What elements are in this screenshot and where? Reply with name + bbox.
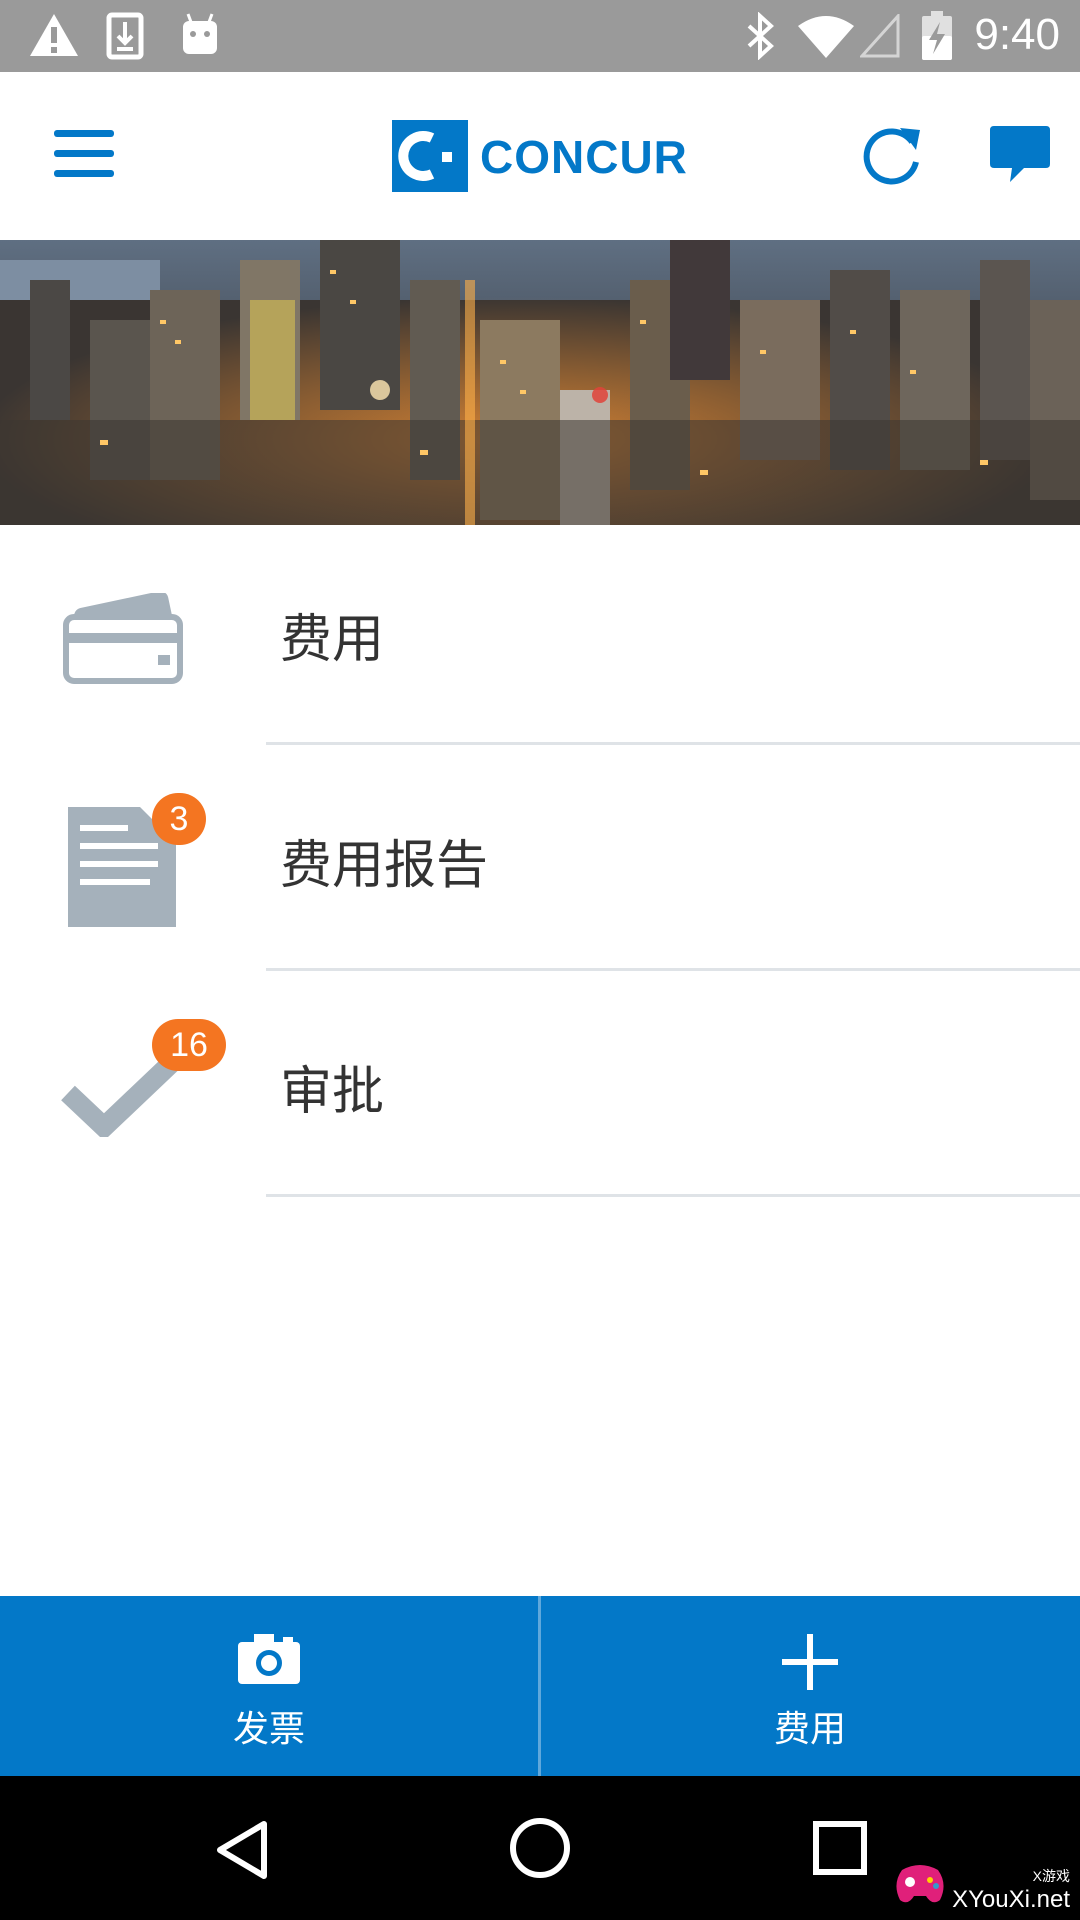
notification-badge: 3 xyxy=(152,793,206,845)
divider xyxy=(266,1194,1080,1197)
back-triangle-icon[interactable] xyxy=(214,1820,270,1880)
warning-icon xyxy=(30,14,78,56)
notification-badge: 16 xyxy=(152,1019,226,1071)
download-icon xyxy=(106,12,144,60)
status-bar: 9:40 xyxy=(0,0,1080,72)
app-bar: CONCUR xyxy=(0,72,1080,240)
divider xyxy=(266,742,1080,745)
system-nav-bar: X游戏 XYouXi.net xyxy=(0,1776,1080,1920)
receipt-button[interactable]: 发票 xyxy=(0,1596,538,1776)
hamburger-icon[interactable] xyxy=(54,130,114,178)
bottom-action-bar: 发票 费用 xyxy=(0,1596,1080,1776)
list-item-label: 费用 xyxy=(280,610,385,670)
credit-card-icon xyxy=(63,593,183,684)
add-expense-button-label: 费用 xyxy=(773,1709,846,1750)
bluetooth-icon xyxy=(747,12,774,60)
add-expense-button[interactable]: 费用 xyxy=(541,1596,1079,1776)
list-item-label: 审批 xyxy=(280,1062,385,1122)
android-icon xyxy=(183,13,217,54)
gamepad-logo xyxy=(896,1865,944,1903)
divider xyxy=(266,968,1080,971)
status-time: 9:40 xyxy=(974,10,1060,59)
concur-logo-text: CONCUR xyxy=(480,131,688,183)
list-item-expense-reports[interactable]: 3 费用报告 xyxy=(0,751,1080,977)
camera-icon xyxy=(238,1634,300,1684)
chat-icon[interactable] xyxy=(988,124,1052,186)
wifi-icon xyxy=(798,16,854,58)
cell-signal-icon xyxy=(860,14,900,58)
concur-logo: CONCUR xyxy=(392,120,692,192)
list-item-expenses[interactable]: 费用 xyxy=(0,525,1080,751)
home-circle-icon[interactable] xyxy=(508,1816,572,1880)
plus-icon xyxy=(782,1634,838,1690)
refresh-icon[interactable] xyxy=(860,122,924,186)
receipt-button-label: 发票 xyxy=(232,1709,305,1750)
recents-square-icon[interactable] xyxy=(812,1820,868,1876)
watermark: X游戏 XYouXi.net xyxy=(896,1865,1070,1914)
concur-logo-mark xyxy=(392,120,468,192)
list-item-approvals[interactable]: 16 审批 xyxy=(0,977,1080,1203)
watermark-text: XYouXi.net xyxy=(952,1886,1070,1913)
watermark-small-text: X游戏 xyxy=(1032,1868,1070,1884)
hero-city-image xyxy=(0,240,1080,525)
battery-icon xyxy=(922,11,952,60)
list-item-label: 费用报告 xyxy=(280,836,489,896)
